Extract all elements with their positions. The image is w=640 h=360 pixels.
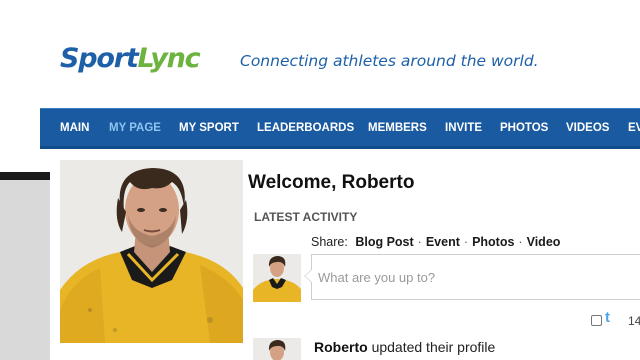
- avatar-image: [253, 254, 301, 302]
- nav-item-my-sport[interactable]: MY SPORT: [179, 122, 239, 134]
- nav-item-main[interactable]: MAIN: [60, 122, 89, 134]
- nav-item-my-page[interactable]: MY PAGE: [109, 122, 161, 134]
- share-separator: ·: [417, 235, 422, 249]
- nav-item-leaderboards[interactable]: LEADERBOARDS: [257, 122, 354, 134]
- twitter-share-checkbox[interactable]: [591, 315, 602, 326]
- share-separator: ·: [518, 235, 523, 249]
- share-event-link[interactable]: Event: [426, 235, 460, 249]
- welcome-heading: Welcome, Roberto: [248, 172, 415, 193]
- main-nav-bar: MAIN MY PAGE MY SPORT LEADERBOARDS MEMBE…: [40, 108, 640, 149]
- share-bar: Share: Blog Post · Event · Photos · Video: [311, 235, 560, 249]
- tagline: Connecting athletes around the world.: [240, 52, 539, 70]
- nav-item-events[interactable]: EV: [628, 122, 640, 134]
- user-avatar[interactable]: [253, 254, 301, 302]
- share-video-link[interactable]: Video: [527, 235, 561, 249]
- share-photos-link[interactable]: Photos: [472, 235, 514, 249]
- activity-avatar-image: [253, 338, 301, 360]
- activity-action-text: updated their profile: [371, 339, 496, 355]
- nav-item-photos[interactable]: PHOTOS: [500, 122, 548, 134]
- nav-item-videos[interactable]: VIDEOS: [566, 122, 609, 134]
- twitter-icon: t: [605, 309, 610, 326]
- share-label: Share:: [311, 235, 348, 249]
- sportlync-logo[interactable]: SportLync: [60, 42, 201, 76]
- share-separator: ·: [463, 235, 469, 249]
- nav-item-members[interactable]: MEMBERS: [368, 122, 427, 134]
- status-update-input[interactable]: [312, 255, 640, 299]
- activity-user-link[interactable]: Roberto: [314, 339, 368, 355]
- activity-avatar[interactable]: [253, 338, 301, 360]
- nav-item-invite[interactable]: INVITE: [445, 122, 482, 134]
- logo-lync-text: Lync: [137, 43, 201, 74]
- athlete-portrait-image: [60, 160, 243, 343]
- status-update-box: [304, 254, 640, 300]
- activity-item: Roberto updated their profile: [314, 339, 495, 355]
- latest-activity-heading: LATEST ACTIVITY: [254, 210, 358, 224]
- logo-sport-text: Sport: [60, 43, 139, 74]
- profile-photo[interactable]: [60, 160, 243, 343]
- character-count: 14: [628, 314, 640, 328]
- share-blog-post-link[interactable]: Blog Post: [355, 235, 413, 249]
- left-sidebar-edge: [0, 172, 50, 360]
